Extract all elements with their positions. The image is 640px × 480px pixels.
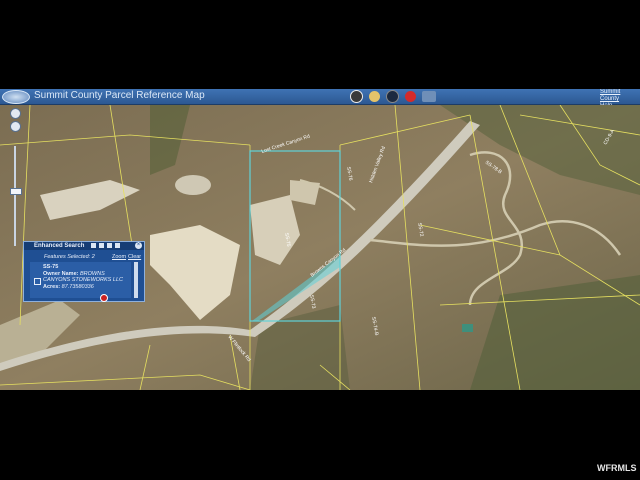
zoom-control — [8, 108, 22, 248]
location-marker-icon[interactable] — [100, 294, 108, 302]
toolbar — [350, 90, 436, 103]
home-icon[interactable] — [350, 90, 363, 103]
panel-header: Enhanced Search × — [24, 242, 144, 250]
zoom-track[interactable] — [14, 146, 16, 246]
search-result-record[interactable]: SS-75 Owner Name: BROWNS CANYONS STONEWO… — [30, 262, 131, 298]
map-window: Summit County Parcel Reference Map Summi… — [0, 89, 640, 390]
owner-label: Owner Name: — [43, 270, 79, 277]
result-parcel-id: SS-75 — [43, 264, 59, 270]
panel-scrollbar[interactable] — [134, 262, 138, 298]
zoom-slider-thumb[interactable] — [10, 188, 22, 195]
pond — [462, 324, 473, 332]
acres-value: 87.73580336 — [61, 283, 94, 290]
print-icon[interactable] — [107, 243, 112, 248]
watermark: WFRMLS — [597, 463, 637, 473]
pan-up-icon[interactable] — [10, 108, 21, 119]
stop-icon[interactable] — [405, 91, 416, 102]
result-details: SS-75 Owner Name: BROWNS CANYONS STONEWO… — [43, 264, 131, 290]
zoom-link[interactable]: Zoom — [112, 254, 126, 260]
zoom-in-icon[interactable] — [10, 121, 21, 132]
panel-title: Enhanced Search — [34, 243, 85, 249]
title-bar: Summit County Parcel Reference Map Summi… — [0, 89, 640, 109]
clearing — [175, 175, 211, 195]
panel-tools — [91, 243, 120, 248]
county-logo[interactable] — [2, 90, 30, 104]
result-checkbox[interactable] — [34, 278, 41, 285]
close-icon[interactable]: × — [135, 242, 142, 249]
search-icon[interactable] — [91, 243, 96, 248]
features-selected-text: Features Selected: 2 — [44, 254, 95, 260]
page: { "app": { "title": "Summit County Parce… — [0, 0, 640, 480]
layers-icon[interactable] — [386, 90, 399, 103]
enhanced-search-panel: Enhanced Search × Features Selected: 2 Z… — [23, 241, 145, 302]
minimize-icon[interactable] — [115, 243, 120, 248]
measure-icon[interactable] — [422, 91, 436, 102]
county-link[interactable]: Summit County — [600, 89, 640, 103]
select-icon[interactable] — [99, 243, 104, 248]
clear-link[interactable]: Clear — [128, 254, 141, 260]
app-title: Summit County Parcel Reference Map — [34, 90, 205, 101]
info-icon[interactable] — [369, 91, 380, 102]
acres-label: Acres: — [43, 283, 61, 290]
